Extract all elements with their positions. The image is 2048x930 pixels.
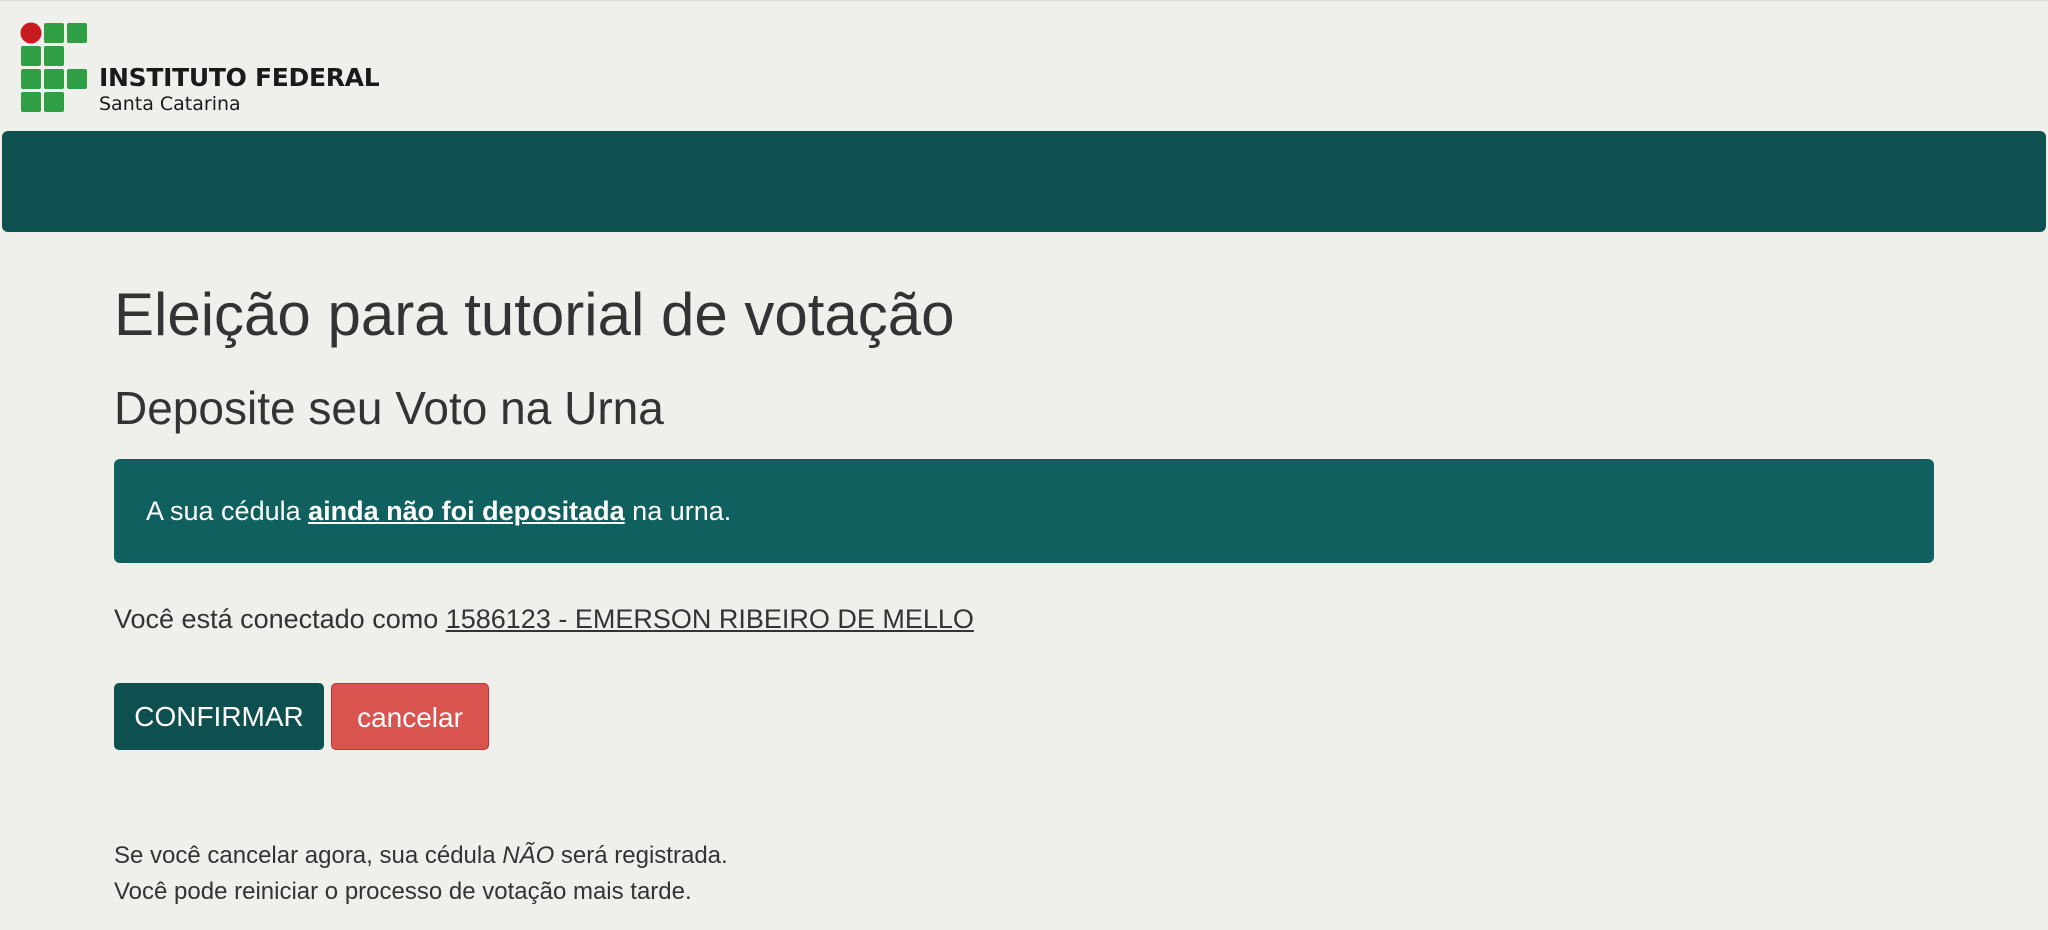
logo-title: INSTITUTO FEDERAL — [99, 63, 380, 92]
logo-subtitle: Santa Catarina — [99, 93, 241, 115]
confirm-button[interactable]: CONFIRMAR — [114, 683, 324, 750]
connected-user-line: Você está conectado como 1586123 - EMERS… — [114, 604, 974, 635]
note-emphasis: NÃO — [502, 842, 555, 869]
alert-status-link[interactable]: ainda não foi depositada — [308, 496, 625, 526]
cancel-note: Se você cancelar agora, sua cédula NÃO s… — [114, 838, 728, 910]
alert-suffix: na urna. — [624, 496, 732, 526]
connected-as-label: Você está conectado como — [114, 604, 446, 634]
note-line-2: Você pode reiniciar o processo de votaçã… — [114, 878, 692, 905]
navbar — [2, 131, 2046, 232]
alert-prefix: A sua cédula — [146, 496, 309, 526]
note-line-1-prefix: Se você cancelar agora, sua cédula — [114, 842, 503, 869]
ifsc-logo-icon — [20, 22, 87, 112]
status-alert: A sua cédula ainda não foi depositada na… — [114, 459, 1934, 563]
logo[interactable]: INSTITUTO FEDERAL Santa Catarina — [20, 22, 380, 117]
note-line-1: Se você cancelar agora, sua cédula NÃO s… — [114, 838, 728, 874]
top-header: INSTITUTO FEDERAL Santa Catarina — [0, 0, 2048, 131]
page-subtitle: Deposite seu Voto na Urna — [114, 382, 664, 434]
user-link[interactable]: 1586123 - EMERSON RIBEIRO DE MELLO — [446, 604, 974, 634]
cancel-button[interactable]: cancelar — [331, 683, 489, 750]
page-title: Eleição para tutorial de votação — [114, 281, 955, 348]
note-line-1-suffix: será registrada. — [554, 842, 728, 869]
